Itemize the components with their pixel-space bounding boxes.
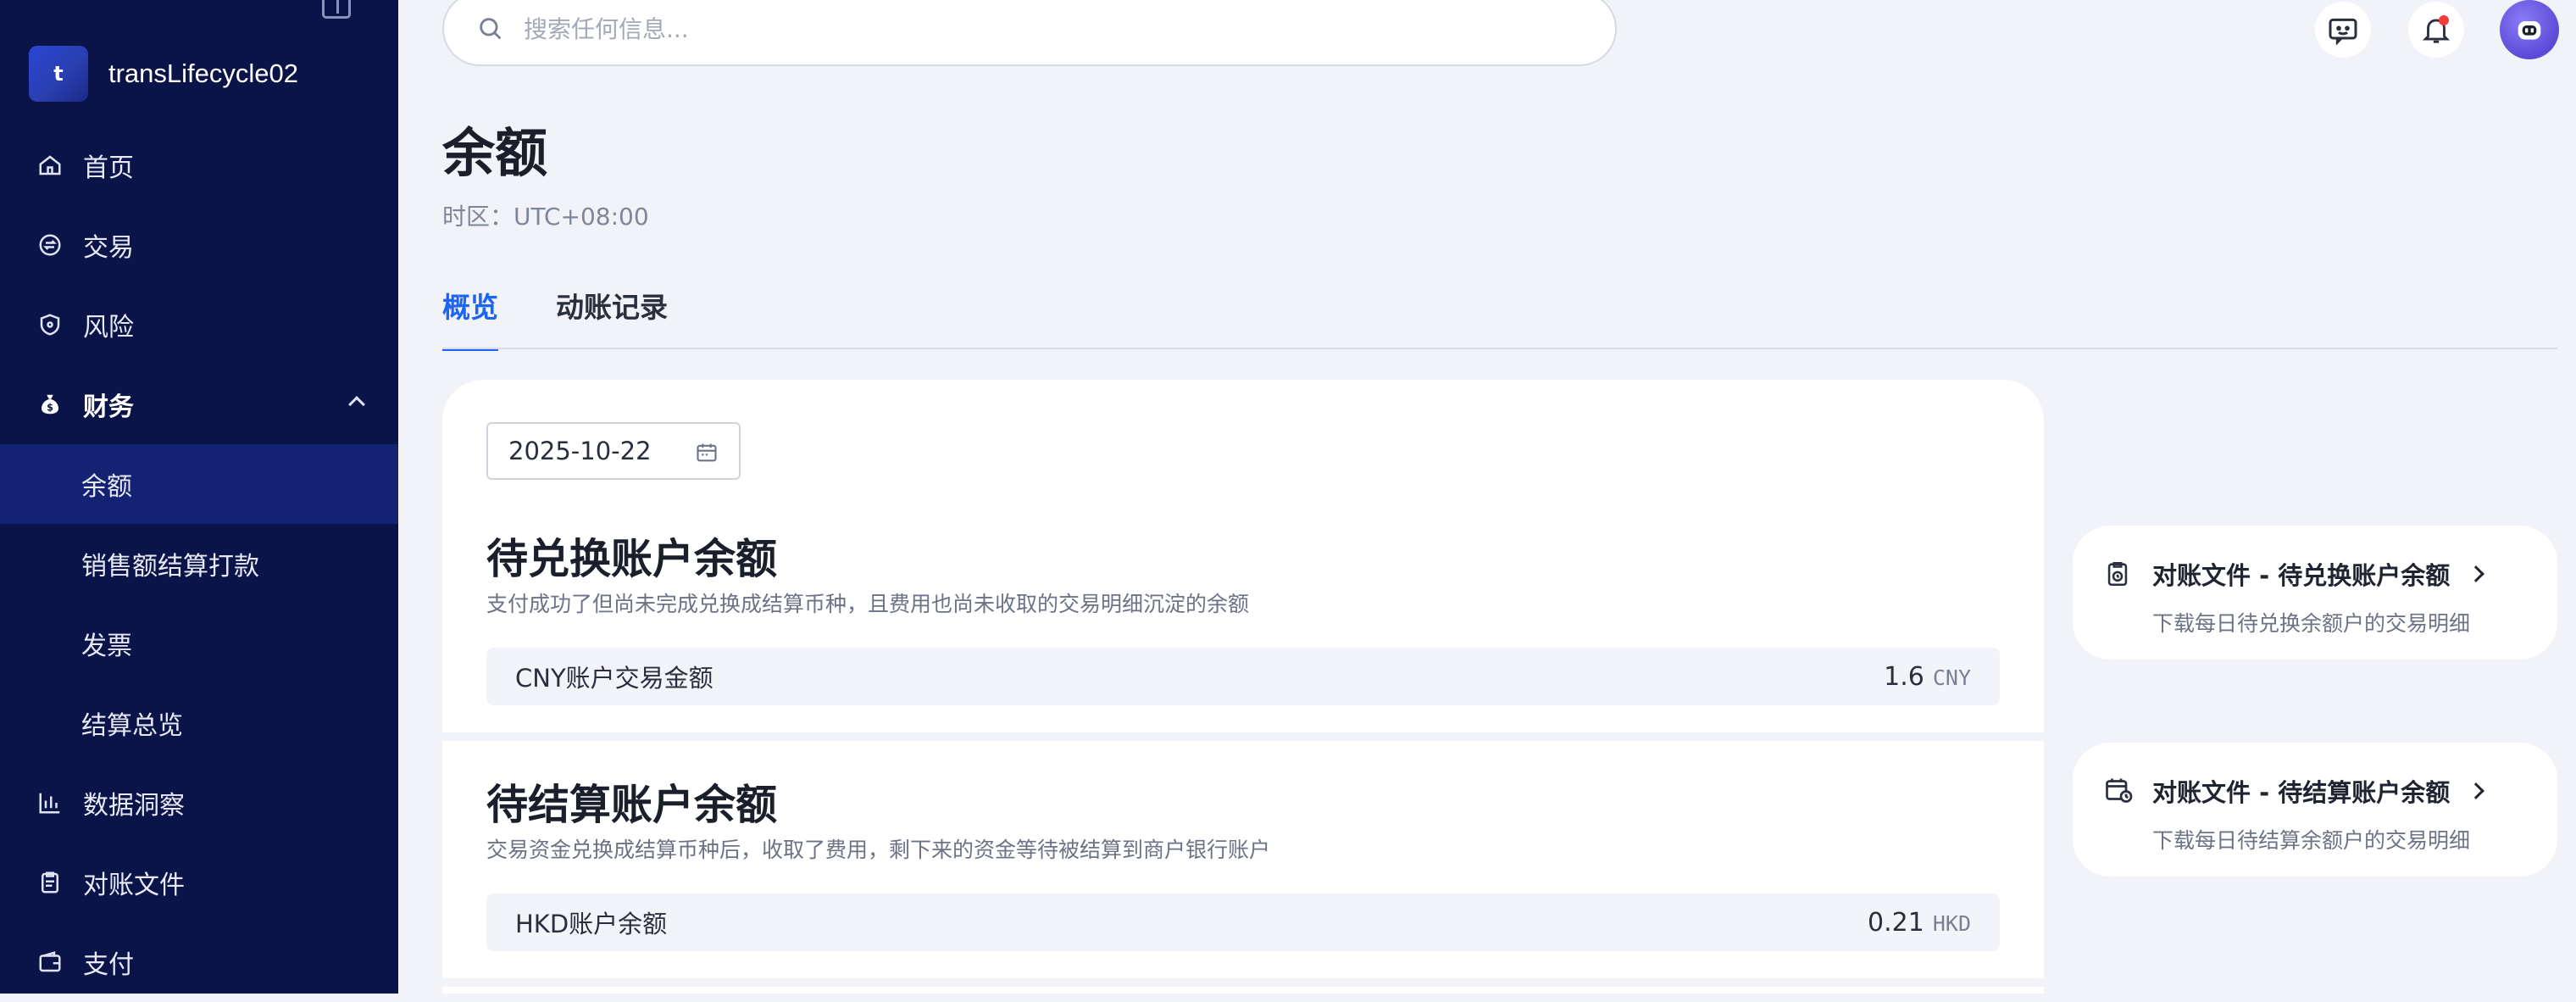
- sidebar-item-data-insights[interactable]: 数据洞察: [0, 763, 398, 843]
- reconciliation-card-pending-exchange[interactable]: 对账文件 - 待兑换账户余额 下载每日待兑换余额户的交易明细: [2073, 526, 2557, 660]
- sidebar-item-balance[interactable]: 余额: [0, 444, 398, 524]
- sidebar-collapse-icon[interactable]: [322, 0, 351, 19]
- side-card-title-text: 对账文件 - 待结算账户余额: [2152, 778, 2451, 807]
- balance-row: CNY账户交易金额 1.6 CNY: [486, 648, 2000, 705]
- money-bag-icon: $: [37, 392, 63, 417]
- reconciliation-card-pending-settlement[interactable]: 对账文件 - 待结算账户余额 下载每日待结算余额户的交易明细: [2073, 743, 2557, 877]
- sidebar-item-label: 交易: [83, 233, 134, 263]
- clipboard-clock-icon: [2107, 561, 2128, 587]
- sidebar-item-risk[interactable]: 风险: [0, 285, 398, 365]
- side-card-title: 对账文件 - 待兑换账户余额: [2152, 556, 2557, 592]
- sidebar-item-label: 支付: [83, 950, 134, 980]
- balance-row-currency: CNY: [1932, 665, 1971, 690]
- page-title: 余额: [442, 122, 548, 184]
- calendar-clock-icon: [2106, 778, 2133, 803]
- tab-overview[interactable]: 概览: [442, 285, 498, 351]
- avatar[interactable]: [2500, 0, 2559, 59]
- svg-text:$: $: [47, 403, 53, 414]
- overview-panel: 2025-10-22 待兑换账户余额 支付成功了但尚未完成兑换成结算币种，且费用…: [442, 380, 2044, 994]
- pending-exchange-title: 待兑换账户余额: [486, 535, 778, 583]
- brand-name: transLifecycle02: [108, 58, 299, 88]
- section-divider: [442, 732, 2044, 741]
- pending-exchange-desc: 支付成功了但尚未完成兑换成结算币种，且费用也尚未收取的交易明细沉淀的余额: [486, 592, 1250, 616]
- pending-settlement-title: 待结算账户余额: [486, 781, 778, 829]
- balance-row: HKD账户余额 0.21 HKD: [486, 893, 2000, 951]
- sidebar-item-label: 财务: [83, 392, 134, 422]
- side-card-title: 对账文件 - 待结算账户余额: [2152, 773, 2557, 809]
- side-card-subtitle: 下载每日待兑换余额户的交易明细: [2152, 611, 2471, 636]
- sidebar-item-payments[interactable]: 支付: [0, 922, 398, 1002]
- support-chat-button[interactable]: [2315, 2, 2371, 58]
- search-icon: [480, 18, 502, 40]
- wallet-icon: [37, 949, 63, 975]
- search-input[interactable]: [524, 14, 1541, 43]
- tab-account-activity[interactable]: 动账记录: [556, 285, 668, 346]
- sidebar-item-transactions[interactable]: 交易: [0, 205, 398, 285]
- sidebar-nav: 首页 交易 风险 $ 财务 余额 销售额结算打款 发票 结算总览 数据洞察 对账…: [0, 125, 398, 1002]
- sidebar-item-label: 风险: [83, 313, 134, 342]
- document-icon: [37, 870, 63, 895]
- sidebar-item-invoice[interactable]: 发票: [0, 604, 398, 683]
- side-card-subtitle: 下载每日待结算余额户的交易明细: [2152, 828, 2471, 853]
- brand[interactable]: t transLifecycle02: [29, 46, 298, 102]
- search-box[interactable]: [442, 0, 1617, 66]
- balance-row-value: 0.21: [1868, 907, 1924, 938]
- sidebar-item-finance[interactable]: $ 财务: [0, 365, 398, 444]
- sidebar-item-reconciliation[interactable]: 对账文件: [0, 843, 398, 922]
- sidebar: t transLifecycle02 首页 交易 风险 $ 财务 余额 销售额结…: [0, 0, 398, 994]
- balance-row-value: 1.6: [1884, 661, 1924, 692]
- side-card-title-text: 对账文件 - 待兑换账户余额: [2152, 561, 2451, 590]
- sidebar-item-label: 首页: [83, 153, 134, 183]
- shield-icon: [37, 312, 63, 337]
- timezone-label: 时区：UTC+08:00: [442, 203, 649, 231]
- calendar-icon: [697, 443, 717, 462]
- sidebar-item-sales-settlement[interactable]: 销售额结算打款: [0, 524, 398, 604]
- topbar: [398, 0, 2576, 76]
- notifications-button[interactable]: [2408, 2, 2464, 58]
- tab-bar: 概览 动账记录: [442, 285, 725, 351]
- sidebar-item-label: 发票: [81, 632, 132, 661]
- notification-badge: [2439, 15, 2449, 25]
- sidebar-item-label: 数据洞察: [83, 791, 185, 821]
- bar-chart-icon: [37, 790, 63, 816]
- pending-settlement-desc: 交易资金兑换成结算币种后，收取了费用，剩下来的资金等待被结算到商户银行账户: [486, 838, 1271, 862]
- chat-bot-icon: [2329, 18, 2357, 46]
- brand-logo: t: [29, 46, 88, 102]
- date-value: 2025-10-22: [508, 437, 652, 465]
- balance-row-label: HKD账户余额: [515, 910, 668, 938]
- balance-row-label: CNY账户交易金额: [515, 664, 713, 693]
- sidebar-item-label: 销售额结算打款: [81, 552, 259, 582]
- chevron-right-icon: [2468, 782, 2485, 799]
- sidebar-item-label: 结算总览: [81, 711, 183, 741]
- home-icon: [37, 153, 63, 178]
- sidebar-item-label: 余额: [81, 472, 132, 502]
- balance-row-currency: HKD: [1932, 910, 1971, 936]
- date-picker[interactable]: 2025-10-22: [486, 422, 741, 480]
- tabs-divider: [442, 348, 2557, 349]
- section-divider: [442, 978, 2044, 987]
- sidebar-item-label: 对账文件: [83, 871, 185, 900]
- sidebar-item-settlement-overview[interactable]: 结算总览: [0, 683, 398, 763]
- chevron-up-icon: [348, 396, 365, 413]
- sidebar-item-home[interactable]: 首页: [0, 125, 398, 205]
- chevron-right-icon: [2468, 565, 2485, 582]
- exchange-icon: [37, 232, 63, 258]
- robot-avatar-icon: [2518, 21, 2541, 40]
